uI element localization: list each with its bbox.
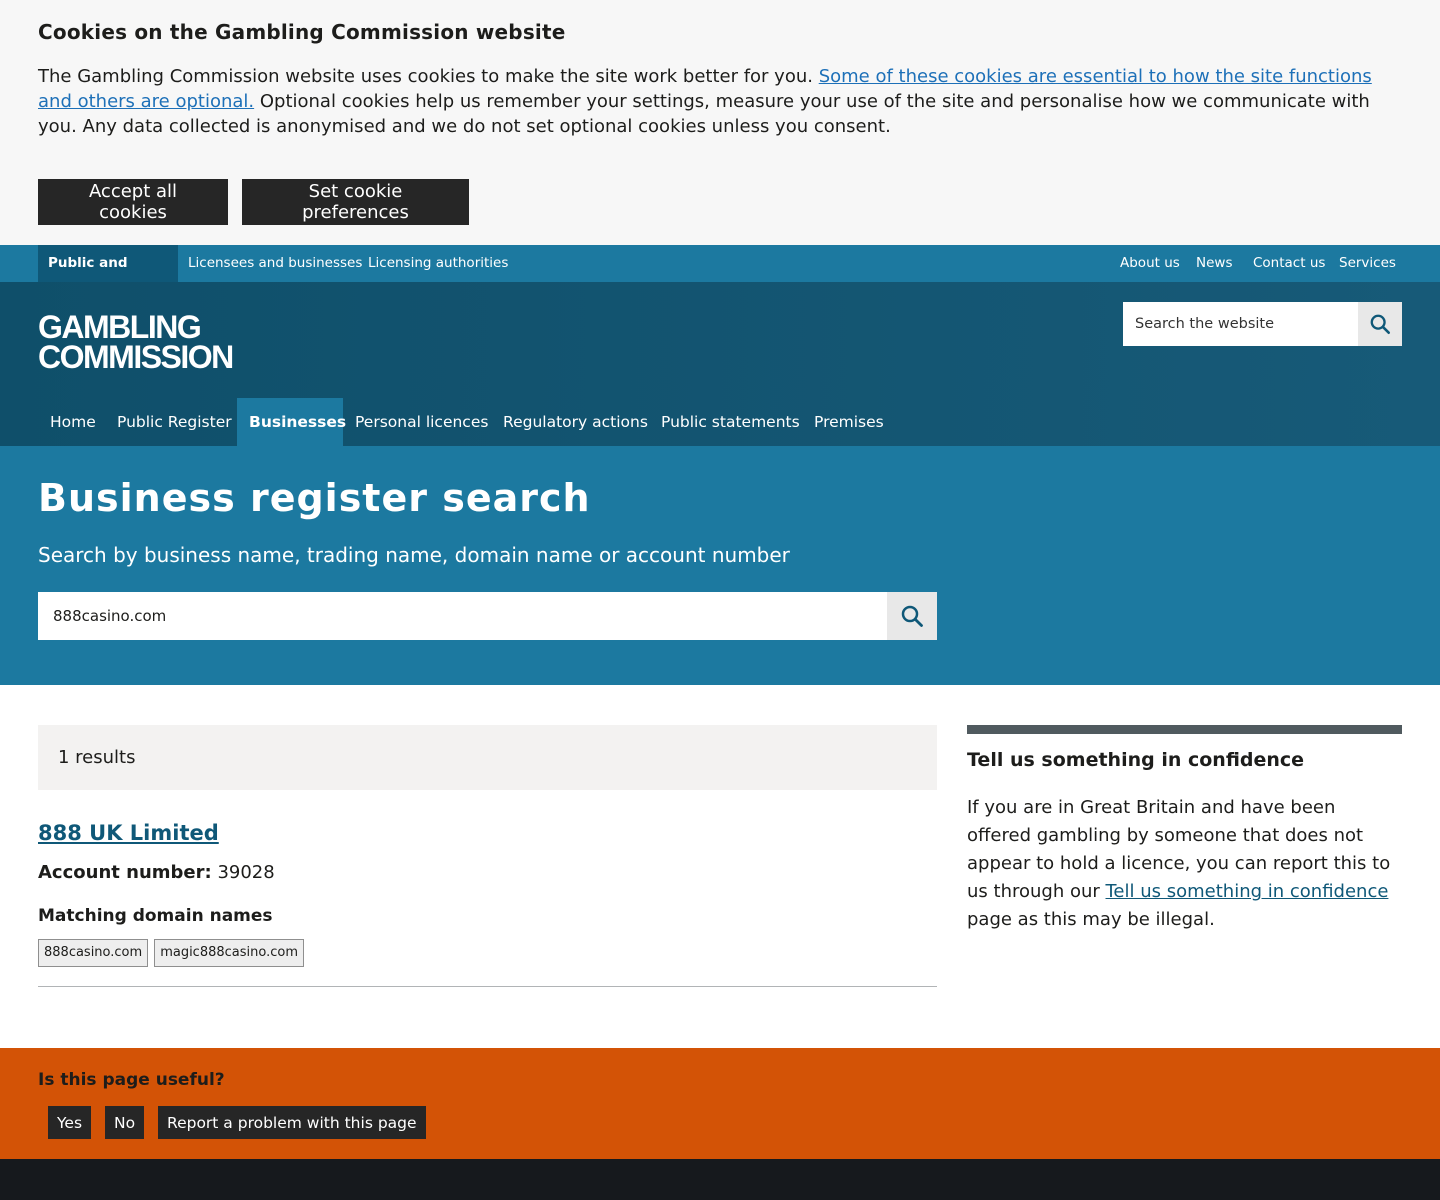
domain-tag: magic888casino.com <box>154 939 305 967</box>
search-icon <box>1370 314 1390 334</box>
site-search-button[interactable] <box>1358 302 1402 346</box>
confidence-link[interactable]: Tell us something in confidence <box>1106 881 1389 902</box>
report-problem-button[interactable]: Report a problem with this page <box>158 1106 426 1139</box>
audience-public-and-players[interactable]: Public and players <box>38 245 178 308</box>
top-link-about-us[interactable]: About us <box>1110 245 1190 282</box>
site-logo[interactable]: GAMBLING COMMISSION <box>38 311 234 373</box>
nav-premises[interactable]: Premises <box>802 398 896 446</box>
results-count: 1 results <box>38 725 937 790</box>
audience-licensees-and-businesses[interactable]: Licensees and businesses <box>178 245 372 282</box>
result-divider <box>38 986 937 987</box>
top-link-news[interactable]: News <box>1186 245 1242 282</box>
domain-tag: 888casino.com <box>38 939 149 967</box>
sidebar-accent-bar <box>967 725 1402 734</box>
sidebar-title: Tell us something in confidence <box>967 749 1305 771</box>
business-search <box>38 592 937 640</box>
cookie-banner: Cookies on the Gambling Commission websi… <box>0 0 1440 245</box>
business-search-button[interactable] <box>887 592 937 640</box>
cookie-text: The Gambling Commission website uses coo… <box>38 66 1372 137</box>
feedback-yes-button[interactable]: Yes <box>48 1106 92 1139</box>
top-link-contact-us[interactable]: Contact us <box>1243 245 1335 282</box>
result-title-link[interactable]: 888 UK Limited <box>38 821 219 845</box>
account-number: Account number: 39028 <box>38 862 275 883</box>
nav-public-register[interactable]: Public Register <box>105 398 244 446</box>
page-feedback: Is this page useful? Yes No Report a pro… <box>0 1048 1440 1159</box>
matching-domains-heading: Matching domain names <box>38 906 273 926</box>
nav-public-statements[interactable]: Public statements <box>649 398 812 446</box>
nav-regulatory-actions[interactable]: Regulatory actions <box>491 398 660 446</box>
cookie-title: Cookies on the Gambling Commission websi… <box>38 20 566 44</box>
domain-tags: 888casino.com magic888casino.com <box>38 939 305 967</box>
search-hero: Business register search Search by busin… <box>0 446 1440 685</box>
site-search <box>1123 302 1402 346</box>
site-header: GAMBLING COMMISSION Home Public Register… <box>0 282 1440 446</box>
site-search-input[interactable] <box>1123 302 1358 346</box>
search-icon <box>901 605 923 627</box>
sidebar-text: If you are in Great Britain and have bee… <box>967 797 1391 930</box>
feedback-question: Is this page useful? <box>38 1070 225 1090</box>
search-description: Search by business name, trading name, d… <box>38 543 790 567</box>
nav-home[interactable]: Home <box>38 398 108 446</box>
feedback-no-button[interactable]: No <box>105 1106 145 1139</box>
accept-cookies-button[interactable]: Accept all cookies <box>38 179 228 225</box>
page-title: Business register search <box>38 476 591 520</box>
business-search-input[interactable] <box>38 592 887 640</box>
top-link-services[interactable]: Services <box>1329 245 1406 282</box>
audience-licensing-authorities[interactable]: Licensing authorities <box>358 245 518 282</box>
nav-personal-licences[interactable]: Personal licences <box>343 398 500 446</box>
nav-businesses[interactable]: Businesses <box>237 398 346 446</box>
site-footer <box>0 1159 1440 1200</box>
cookie-preferences-button[interactable]: Set cookie preferences <box>242 179 469 225</box>
audience-nav: Public and players Licensees and busines… <box>0 245 1440 308</box>
